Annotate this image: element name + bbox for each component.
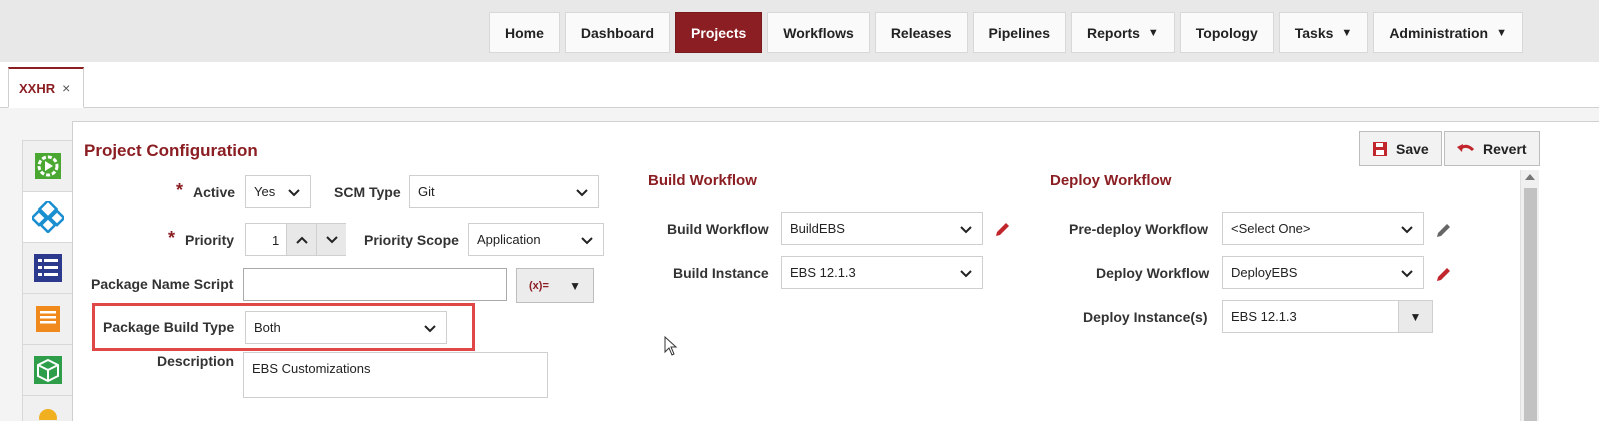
increment-button[interactable] (286, 224, 316, 255)
pencil-icon[interactable] (1434, 266, 1452, 284)
nav-projects[interactable]: Projects (675, 12, 763, 53)
chevron-down-icon (576, 189, 588, 197)
nav-workflows[interactable]: Workflows (767, 12, 870, 53)
nav-pipelines[interactable]: Pipelines (972, 12, 1066, 53)
pencil-icon[interactable] (993, 221, 1011, 239)
predeploy-workflow-select[interactable]: <Select One> (1222, 212, 1424, 245)
chevron-down-icon (424, 325, 436, 333)
caret-down-icon: ▼ (1147, 26, 1159, 39)
vertical-scrollbar[interactable] (1520, 170, 1539, 421)
mouse-cursor-icon (664, 336, 678, 356)
scm-type-label: SCM Type (334, 184, 401, 200)
caret-down-icon[interactable]: ▼ (1398, 301, 1432, 332)
tab-xxhr[interactable]: XXHR × (8, 67, 84, 108)
active-label: Active (193, 184, 236, 200)
priority-scope-label: Priority Scope (364, 232, 459, 248)
nav-tasks[interactable]: Tasks ▼ (1278, 12, 1369, 53)
caret-down-icon: ▼ (569, 279, 581, 293)
save-button[interactable]: Save (1359, 131, 1442, 166)
chevron-down-icon (1401, 226, 1413, 234)
package-name-script-label: Package Name Script (91, 276, 234, 292)
description-label: Description (157, 353, 235, 369)
required-marker: * (168, 228, 176, 248)
deploy-instances-select[interactable]: EBS 12.1.3 ▼ (1222, 300, 1433, 333)
play-gear-icon[interactable] (22, 140, 73, 191)
revert-button[interactable]: Revert (1444, 131, 1540, 166)
active-select[interactable]: Yes (245, 175, 311, 208)
package-icon[interactable] (22, 344, 73, 395)
nav-releases[interactable]: Releases (874, 12, 968, 53)
caret-down-icon: ▼ (1341, 26, 1353, 39)
priority-scope-select[interactable]: Application (468, 223, 604, 256)
chevron-down-icon (960, 270, 972, 278)
chevron-down-icon (581, 237, 593, 245)
workflow-icon[interactable] (22, 191, 73, 242)
tab-label: XXHR (19, 80, 56, 96)
predeploy-workflow-label: Pre-deploy Workflow (1069, 221, 1208, 237)
nav-administration[interactable]: Administration ▼ (1373, 12, 1523, 53)
top-nav-bar: Home Dashboard Projects Workflows Releas… (0, 0, 1599, 62)
chevron-down-icon (1401, 270, 1413, 278)
tab-strip: XXHR × (0, 62, 1599, 108)
priority-label: Priority (185, 232, 235, 248)
main-nav: Home Dashboard Projects Workflows Releas… (489, 12, 1528, 53)
list-icon[interactable] (22, 242, 73, 293)
scroll-up-icon[interactable] (1525, 174, 1535, 180)
chevron-down-icon (325, 235, 338, 243)
priority-value: 1 (272, 233, 280, 248)
build-instance-label: Build Instance (673, 265, 769, 281)
scm-type-select[interactable]: Git (409, 175, 599, 208)
priority-stepper[interactable]: 1 (245, 223, 346, 256)
floppy-disk-icon (1373, 141, 1387, 156)
expression-button[interactable]: (x)= ▼ (516, 268, 594, 303)
nav-topology[interactable]: Topology (1179, 12, 1274, 53)
nav-home[interactable]: Home (489, 12, 560, 53)
deploy-instances-label: Deploy Instance(s) (1083, 309, 1208, 325)
deploy-workflow-title: Deploy Workflow (1050, 172, 1172, 189)
undo-arrow-icon (1457, 143, 1475, 152)
required-marker: * (176, 180, 184, 200)
chevron-up-icon (295, 236, 308, 244)
deploy-workflow-label: Deploy Workflow (1096, 265, 1210, 281)
pencil-icon[interactable] (1434, 222, 1452, 240)
close-icon[interactable]: × (62, 80, 70, 96)
refresh-icon[interactable] (22, 395, 73, 421)
decrement-button[interactable] (316, 224, 346, 255)
build-instance-select[interactable]: EBS 12.1.3 (781, 256, 983, 289)
build-workflow-select[interactable]: BuildEBS (781, 212, 983, 245)
scroll-thumb[interactable] (1524, 188, 1537, 421)
document-icon[interactable] (22, 293, 73, 344)
caret-down-icon: ▼ (1496, 26, 1507, 39)
chevron-down-icon (288, 189, 300, 197)
package-build-type-label: Package Build Type (103, 319, 235, 335)
nav-reports[interactable]: Reports ▼ (1071, 12, 1175, 53)
side-icon-strip (22, 140, 73, 421)
nav-dashboard[interactable]: Dashboard (564, 12, 671, 53)
build-workflow-label: Build Workflow (667, 221, 769, 237)
package-name-script-input[interactable] (243, 268, 507, 301)
package-build-type-select[interactable]: Both (245, 311, 447, 344)
build-workflow-title: Build Workflow (648, 172, 757, 189)
project-config-title: Project Configuration (84, 141, 258, 160)
deploy-workflow-select[interactable]: DeployEBS (1222, 256, 1424, 289)
description-textarea[interactable]: EBS Customizations (243, 352, 548, 398)
chevron-down-icon (960, 226, 972, 234)
